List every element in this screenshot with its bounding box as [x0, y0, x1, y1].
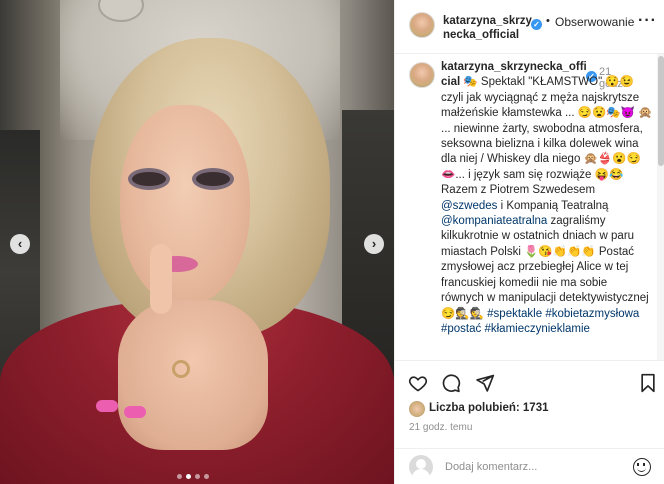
carousel-indicator [177, 474, 209, 479]
mention-link[interactable]: @kompaniateatralna [441, 215, 547, 227]
caption-author-avatar[interactable] [409, 62, 435, 88]
carousel-dot-active [186, 474, 191, 479]
carousel-dot [195, 474, 200, 479]
post-time: 21 godz. temu [409, 422, 473, 433]
scrollbar-thumb[interactable] [658, 56, 664, 166]
more-options-icon[interactable]: ··· [638, 12, 657, 30]
comment-bar: Dodaj komentarz... [395, 448, 664, 484]
carousel-next-button[interactable]: › [364, 234, 384, 254]
caption-username-part1: katarzyna_skrzynecka_offi [441, 61, 587, 73]
heart-icon[interactable] [408, 373, 428, 393]
nail [124, 406, 146, 418]
author-avatar[interactable] [409, 12, 435, 38]
post-photo[interactable]: ‹ › [0, 0, 394, 484]
user-avatar [409, 455, 433, 479]
carousel-dot [204, 474, 209, 479]
post-sidebar: katarzyna_skrzy necka_official ✓ • Obser… [394, 0, 664, 484]
caption-body: zagraliśmy kilkukrotnie w ostatnich dnia… [441, 215, 649, 320]
author-username-line1: katarzyna_skrzy [443, 15, 532, 27]
following-button[interactable]: Obserwowanie [555, 15, 634, 29]
post-header: katarzyna_skrzy necka_official ✓ • Obser… [395, 0, 664, 54]
likes-count[interactable]: Liczba polubień: 1731 [429, 402, 549, 414]
author-username-line2: necka_official [443, 29, 520, 41]
author-username[interactable]: katarzyna_skrzy necka_official [443, 14, 533, 42]
caption: ✓ 21 godz. katarzyna_skrzynecka_offi cial… [395, 54, 657, 360]
emoji-icon[interactable] [633, 458, 651, 476]
caption-body: i Kompanią Teatralną [497, 199, 609, 212]
left-eye [132, 172, 166, 186]
caption-scrollbar[interactable] [657, 54, 664, 360]
finger [150, 244, 172, 314]
caption-body: 🎭 Spektakl "KŁAMSTWO" 😯😉 czyli jak wycią… [441, 76, 653, 197]
hand [118, 300, 268, 450]
save-icon[interactable] [639, 373, 657, 393]
share-icon[interactable] [475, 373, 495, 393]
caption-username-part2: cial [441, 76, 461, 89]
carousel-dot [177, 474, 182, 479]
face [120, 105, 250, 305]
ring [172, 360, 190, 378]
mention-link[interactable]: @szwedes [441, 200, 497, 212]
comment-icon[interactable] [441, 373, 461, 393]
comment-input[interactable]: Dodaj komentarz... [445, 461, 537, 473]
right-eye [196, 172, 230, 186]
carousel-prev-button[interactable]: ‹ [10, 234, 30, 254]
nail [96, 400, 118, 412]
caption-text: katarzyna_skrzynecka_official 🎭 Spektakl… [441, 60, 653, 337]
verified-icon: ✓ [531, 19, 542, 30]
separator: • [546, 15, 550, 27]
liker-avatar[interactable] [409, 401, 425, 417]
post-actions: Liczba polubień: 1731 21 godz. temu [395, 360, 664, 456]
